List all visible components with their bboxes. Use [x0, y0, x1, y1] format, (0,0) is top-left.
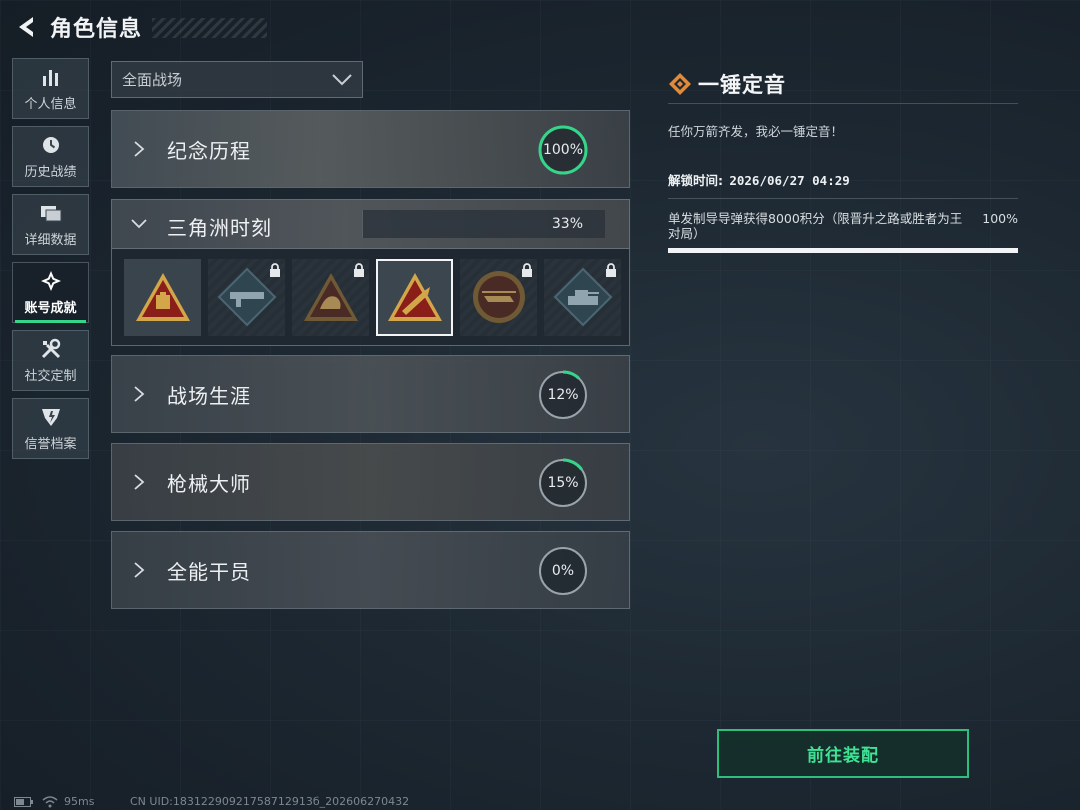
nav-label: 个人信息	[24, 97, 77, 112]
category-progress: 0%	[551, 563, 575, 579]
chevron-right-icon	[134, 562, 145, 578]
shield-icon	[39, 405, 63, 429]
condition-progress: 100%	[982, 211, 1018, 226]
title-decoration	[152, 18, 267, 38]
nav-label: 账号成就	[24, 301, 77, 316]
unlock-label: 解锁时间:	[668, 173, 723, 188]
badge-rocket-launcher[interactable]	[208, 258, 285, 336]
badge-hand-grip[interactable]	[292, 258, 369, 336]
category-progress: 15%	[547, 475, 579, 491]
nav-label: 详细数据	[24, 233, 77, 248]
category-name: 全能干员	[167, 560, 251, 584]
user-uid: CN UID:18312290921758712913б_20260627043…	[130, 795, 410, 808]
category-row-delta-moments[interactable]: 三角洲时刻 33%	[111, 199, 630, 249]
go-equip-button[interactable]: 前往装配	[717, 729, 969, 778]
mode-filter-dropdown[interactable]: 全面战场	[111, 61, 363, 98]
nav-item-history[interactable]: 历史战绩	[12, 126, 89, 187]
ping-value: 95ms	[64, 795, 95, 808]
category-progress: 12%	[547, 387, 579, 403]
nav-item-achievements[interactable]: 账号成就	[12, 262, 89, 323]
condition-text: 单发制导导弹获得8000积分（限晋升之路或胜者为王对局）	[668, 211, 963, 241]
nav-item-profile[interactable]: 个人信息	[12, 58, 89, 119]
cards-icon	[39, 201, 63, 225]
nav-item-detailed-data[interactable]: 详细数据	[12, 194, 89, 255]
nav-label: 社交定制	[24, 369, 77, 384]
missile-emblem-icon	[387, 273, 442, 321]
badges-panel	[111, 249, 630, 346]
hand-grip-emblem-icon	[303, 273, 358, 321]
nav-label: 信誉档案	[24, 437, 77, 452]
badge-crate[interactable]	[124, 258, 201, 336]
nav-item-reputation[interactable]: 信誉档案	[12, 398, 89, 459]
achievement-detail: 一锤定音 任你万箭齐发，我必一锤定音！ 解锁时间: 2026/06/27 04:…	[668, 68, 1018, 253]
badge-helicopter[interactable]	[460, 258, 537, 336]
category-name: 枪械大师	[167, 472, 251, 496]
side-nav: 个人信息 历史战绩 详细数据 账号成就 社交定制 信誉档案	[12, 58, 90, 466]
category-row-all-round-operator[interactable]: 全能干员 0%	[111, 531, 630, 609]
chevron-right-icon	[134, 474, 145, 490]
tools-icon	[39, 337, 63, 361]
back-button[interactable]	[12, 12, 40, 42]
detail-header: 一锤定音	[668, 68, 1018, 104]
page-header: 角色信息	[12, 10, 267, 44]
category-name: 战场生涯	[167, 384, 251, 408]
helicopter-emblem-icon	[472, 271, 525, 323]
lock-icon	[270, 262, 280, 277]
badge-tank[interactable]	[544, 258, 621, 336]
achievement-description: 任你万箭齐发，我必一锤定音！	[668, 124, 844, 139]
condition-progress-bar	[668, 248, 1018, 253]
category-row-weapon-master[interactable]: 枪械大师 15%	[111, 443, 630, 521]
bar-chart-icon	[39, 65, 63, 89]
status-footer: 95ms CN UID:18312290921758712913б_202606…	[14, 795, 409, 808]
lock-icon	[354, 262, 364, 277]
unlock-time: 2026/06/27 04:29	[729, 173, 850, 188]
chevron-down-icon	[332, 73, 352, 85]
nav-item-social[interactable]: 社交定制	[12, 330, 89, 391]
badge-missile[interactable]	[376, 258, 453, 336]
page-title: 角色信息	[50, 17, 143, 42]
filter-selected-value: 全面战场	[122, 71, 183, 89]
category-row-memorial[interactable]: 纪念历程 100%	[111, 110, 630, 188]
go-equip-label: 前往装配	[807, 746, 879, 766]
back-arrow-icon	[19, 17, 33, 37]
chevron-down-icon	[131, 219, 147, 229]
category-row-battlefield-career[interactable]: 战场生涯 12%	[111, 355, 630, 433]
category-progress-box: 33%	[362, 210, 605, 238]
achievement-title: 一锤定音	[698, 72, 786, 97]
wifi-icon	[42, 795, 58, 807]
unlock-time-row: 解锁时间: 2026/06/27 04:29	[668, 170, 1018, 199]
crate-emblem-icon	[135, 273, 190, 321]
battery-icon	[14, 796, 33, 807]
achievement-icon	[39, 269, 63, 293]
condition-row: 单发制导导弹获得8000积分（限晋升之路或胜者为王对局） 100%	[668, 211, 1018, 241]
lock-icon	[606, 262, 616, 277]
condition-progress-fill	[668, 248, 1018, 253]
category-progress: 100%	[542, 142, 584, 158]
category-progress: 33%	[551, 216, 583, 232]
category-name: 三角洲时刻	[167, 216, 272, 240]
lock-icon	[522, 262, 532, 277]
clock-icon	[39, 133, 63, 157]
nav-label: 历史战绩	[24, 165, 77, 180]
achievement-diamond-icon	[669, 72, 691, 95]
chevron-right-icon	[134, 141, 145, 157]
chevron-right-icon	[134, 386, 145, 402]
category-name: 纪念历程	[167, 139, 251, 163]
